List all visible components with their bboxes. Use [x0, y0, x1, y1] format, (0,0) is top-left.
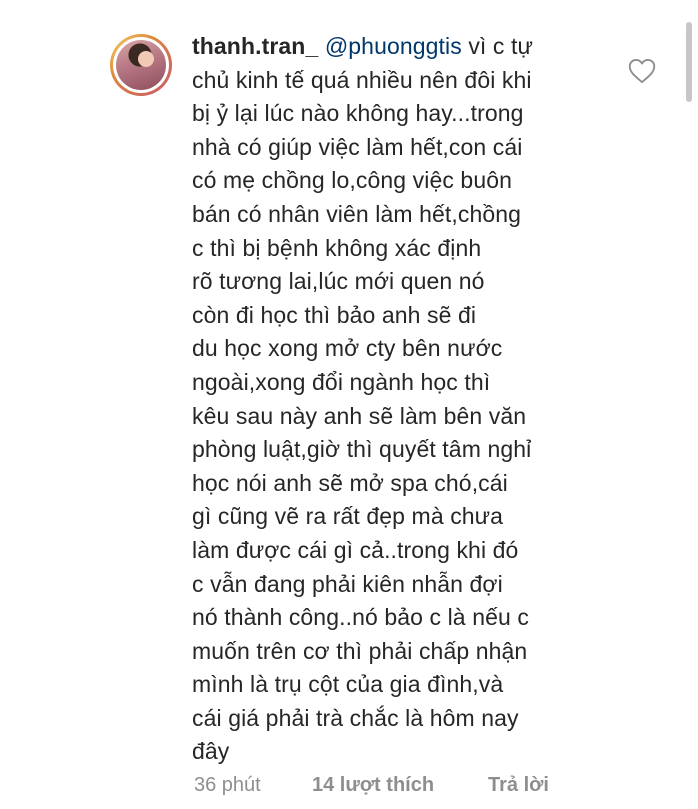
scrollbar[interactable] — [686, 22, 692, 102]
likes-count-link[interactable]: 14 lượt thích — [312, 774, 488, 797]
comment-body: thanh.tran_ @phuonggtis vì c tự chủ kinh… — [192, 30, 612, 769]
comment-text: vì c tự chủ kinh tế quá nhiều nên đôi kh… — [192, 33, 533, 765]
comment-meta: 36 phút 14 lượt thích Trả lời — [194, 774, 549, 797]
avatar-ring — [113, 37, 169, 93]
comment-username[interactable]: thanh.tran_ — [192, 33, 318, 59]
comment-time: 36 phút — [194, 774, 261, 796]
avatar-photo — [116, 40, 166, 90]
comment-mention[interactable]: @phuonggtis — [325, 33, 462, 59]
reply-button[interactable]: Trả lời — [488, 774, 549, 797]
avatar[interactable] — [110, 34, 172, 96]
heart-outline-icon[interactable] — [628, 58, 656, 84]
comment-item: thanh.tran_ @phuonggtis vì c tự chủ kinh… — [0, 0, 698, 809]
